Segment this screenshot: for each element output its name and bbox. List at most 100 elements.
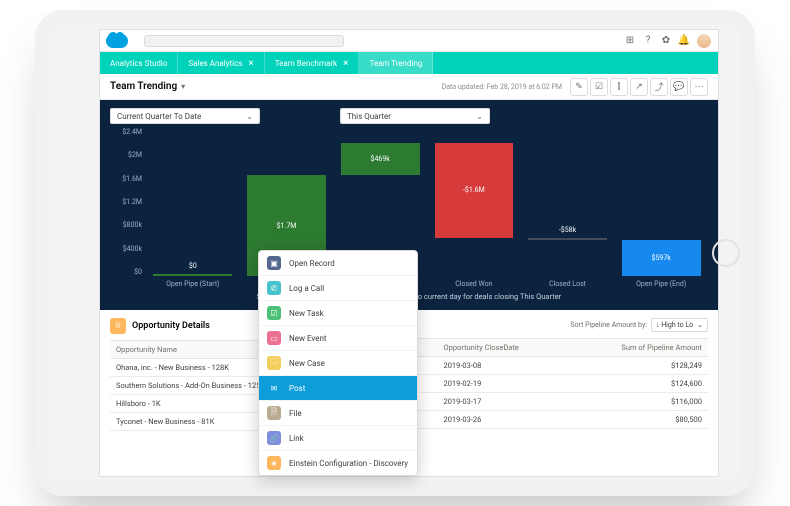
menu-open-record[interactable]: ▣ Open Record [259, 251, 417, 276]
tab-team-trending[interactable]: Team Trending [359, 52, 433, 74]
y-tick: $2M [110, 151, 142, 159]
workspace-tabs: Analytics Studio Sales Analytics × Team … [100, 52, 718, 74]
task-icon: ☑ [267, 306, 281, 320]
menu-label: Open Record [289, 259, 335, 268]
context-menu: ▣ Open Record ✆ Log a Call ☑ New Task ▭ New … [258, 250, 418, 476]
chevron-down-icon: ⌄ [476, 112, 483, 121]
global-header: ⊞ ? ✿ 🔔 [100, 30, 718, 52]
app-launcher-icon[interactable]: ⊞ [624, 35, 636, 47]
crown-icon: ♕ [110, 318, 126, 334]
menu-new-event[interactable]: ▭ New Event [259, 326, 417, 351]
menu-label: New Event [289, 334, 327, 343]
link-icon: 🔗 [267, 431, 281, 445]
salesforce-logo [106, 34, 128, 48]
waterfall-plot[interactable]: $2.4M $2M $1.6M $1.2M $800k $400k $0 $0 … [146, 128, 708, 288]
page-title: Team Trending [110, 81, 177, 92]
event-icon: ▭ [267, 331, 281, 345]
call-icon: ✆ [267, 281, 281, 295]
y-tick: $800k [110, 221, 142, 229]
tab-analytics-studio[interactable]: Analytics Studio [100, 52, 178, 74]
bar-closed-lost[interactable]: -$58k [528, 238, 607, 241]
menu-label: New Task [289, 309, 324, 318]
einstein-icon: ★ [267, 456, 281, 470]
preview-button[interactable]: ☑ [590, 78, 608, 96]
bar-open-pipe-start[interactable]: $0 [153, 274, 232, 276]
tablet-home-button[interactable] [712, 239, 740, 267]
edit-button[interactable]: ✎ [570, 78, 588, 96]
share-button[interactable]: ↗ [630, 78, 648, 96]
tab-label: Sales Analytics [188, 59, 242, 68]
page-header: Team Trending ▾ Data updated: Feb 28, 20… [100, 74, 718, 100]
col-header: Sum of Pipeline Amount [569, 339, 708, 357]
tablet-frame: ⊞ ? ✿ 🔔 Analytics Studio Sales Analytics… [0, 0, 790, 506]
bar-label: -$58k [528, 226, 607, 234]
menu-label: Log a Call [289, 284, 324, 293]
bar-new[interactable]: $469k [341, 143, 420, 176]
bar-closed-won[interactable]: -$1.6M [435, 143, 514, 238]
menu-new-case[interactable]: 🗀 New Case [259, 351, 417, 376]
x-tick: Open Pipe (End) [614, 280, 708, 288]
tab-team-benchmark[interactable]: Team Benchmark × [265, 52, 360, 74]
sort-control: Sort Pipeline Amount by: ↓ High to Lo ⌄ [570, 318, 708, 332]
chevron-down-icon[interactable]: ▾ [181, 82, 185, 91]
notifications-icon[interactable]: 🔔 [678, 35, 690, 47]
x-tick: Closed Lost [521, 280, 615, 288]
select-value: ↓ High to Lo [656, 321, 693, 329]
menu-new-task[interactable]: ☑ New Task [259, 301, 417, 326]
post-icon: ✉ [267, 381, 281, 395]
menu-log-call[interactable]: ✆ Log a Call [259, 276, 417, 301]
tab-sales-analytics[interactable]: Sales Analytics × [178, 52, 264, 74]
export-button[interactable]: ⤴ [650, 78, 668, 96]
tab-label: Team Benchmark [275, 59, 337, 68]
chevron-down-icon: ⌄ [246, 112, 253, 121]
x-tick: Open Pipe (Start) [146, 280, 240, 288]
file-icon: 🗎 [267, 406, 281, 420]
settings-icon[interactable]: ✿ [660, 35, 672, 47]
menu-label: Einstein Configuration - Discovery [289, 459, 408, 468]
y-axis: $2.4M $2M $1.6M $1.2M $800k $400k $0 [110, 128, 142, 276]
select-value: Current Quarter To Date [117, 112, 246, 121]
compare-select[interactable]: This Quarter ⌄ [340, 108, 490, 124]
header-actions: ⊞ ? ✿ 🔔 [624, 33, 712, 49]
menu-einstein[interactable]: ★ Einstein Configuration - Discovery [259, 451, 417, 475]
period-select[interactable]: Current Quarter To Date ⌄ [110, 108, 260, 124]
chart-filters: Current Quarter To Date ⌄ This Quarter ⌄ [110, 108, 708, 124]
sort-select[interactable]: ↓ High to Lo ⌄ [651, 318, 708, 332]
close-icon[interactable]: × [343, 58, 348, 69]
menu-label: Link [289, 434, 304, 443]
menu-label: New Case [289, 359, 325, 368]
chevron-down-icon: ⌄ [697, 321, 703, 329]
x-axis: Open Pipe (Start) Reope New Closed Won C… [146, 280, 708, 288]
y-tick: $1.2M [110, 198, 142, 206]
sort-label: Sort Pipeline Amount by: [570, 321, 647, 329]
user-avatar[interactable] [696, 33, 712, 49]
menu-label: File [289, 409, 302, 418]
case-icon: 🗀 [267, 356, 281, 370]
more-button[interactable]: ⋯ [690, 78, 708, 96]
y-tick: $2.4M [110, 128, 142, 136]
select-value: This Quarter [347, 112, 476, 121]
global-search[interactable] [144, 35, 344, 47]
annotate-button[interactable]: 💬 [670, 78, 688, 96]
menu-post[interactable]: ✉ Post [259, 376, 417, 401]
bar-label: $0 [153, 262, 232, 270]
menu-link[interactable]: 🔗 Link [259, 426, 417, 451]
page-toolbar: ✎ ☑ ⫿ ↗ ⤴ 💬 ⋯ [570, 78, 708, 96]
present-button[interactable]: ⫿ [610, 78, 628, 96]
data-updated-text: Data updated: Feb 28, 2019 at 6:02 PM [442, 83, 562, 91]
y-tick: $400k [110, 245, 142, 253]
tab-label: Analytics Studio [110, 59, 167, 68]
col-header: Opportunity CloseDate [438, 339, 569, 357]
help-icon[interactable]: ? [642, 35, 654, 47]
menu-label: Post [289, 384, 305, 393]
x-tick: Closed Won [427, 280, 521, 288]
close-icon[interactable]: × [248, 58, 253, 69]
bars: $0 $1.7M $469k -$1.6M -$58k $597k [146, 128, 708, 276]
bar-open-pipe-end[interactable]: $597k [622, 240, 701, 276]
menu-file[interactable]: 🗎 File [259, 401, 417, 426]
panel-title: Opportunity Details [132, 321, 210, 331]
record-icon: ▣ [267, 256, 281, 270]
y-tick: $1.6M [110, 175, 142, 183]
tab-label: Team Trending [369, 59, 422, 68]
y-tick: $0 [110, 268, 142, 276]
